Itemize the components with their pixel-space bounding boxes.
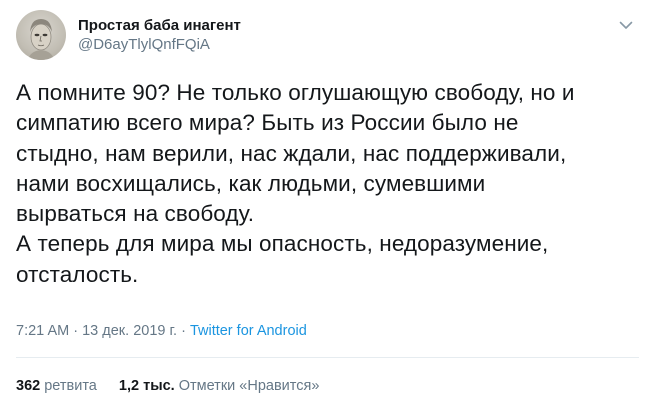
meta-separator: · <box>73 323 79 339</box>
divider <box>16 357 639 358</box>
likes-label: Отметки «Нравится» <box>178 378 320 394</box>
meta-separator: · <box>181 323 186 339</box>
avatar-portrait-icon <box>28 19 54 60</box>
tweet-line: А помните 90? Не только оглушающую свобо… <box>16 80 575 105</box>
tweet-meta: 7:21 AM · 13 дек. 2019 г. · Twitter for … <box>16 323 307 339</box>
avatar[interactable] <box>16 10 66 60</box>
tweet-card: Простая баба инагент @D6ayTlylQnfFQiA А … <box>0 0 653 414</box>
tweet-header: Простая баба инагент @D6ayTlylQnfFQiA <box>16 10 639 62</box>
retweets-stat[interactable]: 362 ретвита <box>16 378 97 394</box>
tweet-line: А теперь для мира мы опасность, недоразу… <box>16 231 549 257</box>
likes-count: 1,2 тыс. <box>118 378 175 394</box>
tweet-source-link[interactable]: Twitter for Android <box>190 323 307 339</box>
tweet-line: нами восхищались, как людьми, сумевшими <box>16 170 486 196</box>
display-name[interactable]: Простая баба инагент <box>78 16 241 35</box>
retweets-count: 362 <box>16 378 41 394</box>
tweet-line: отсталость. <box>16 261 139 287</box>
tweet-line: вырваться на свободу. <box>16 201 255 227</box>
tweet-time[interactable]: 7:21 AM <box>16 323 69 339</box>
likes-stat[interactable]: 1,2 тыс. Отметки «Нравится» <box>119 378 320 394</box>
tweet-date[interactable]: 13 дек. 2019 г. <box>82 323 177 339</box>
retweets-label: ретвита <box>44 378 97 394</box>
tweet-text: А помните 90? Не только оглушающую свобо… <box>16 78 636 290</box>
tweet-line: симпатию всего мира? Быть из России было… <box>16 110 519 136</box>
chevron-down-icon[interactable] <box>617 16 635 34</box>
tweet-line: стыдно, нам верили, нас ждали, нас подде… <box>16 140 567 166</box>
user-handle[interactable]: @D6ayTlylQnfFQiA <box>78 35 241 55</box>
tweet-stats: 362 ретвита 1,2 тыс. Отметки «Нравится» <box>16 378 319 394</box>
user-info[interactable]: Простая баба инагент @D6ayTlylQnfFQiA <box>78 16 241 55</box>
